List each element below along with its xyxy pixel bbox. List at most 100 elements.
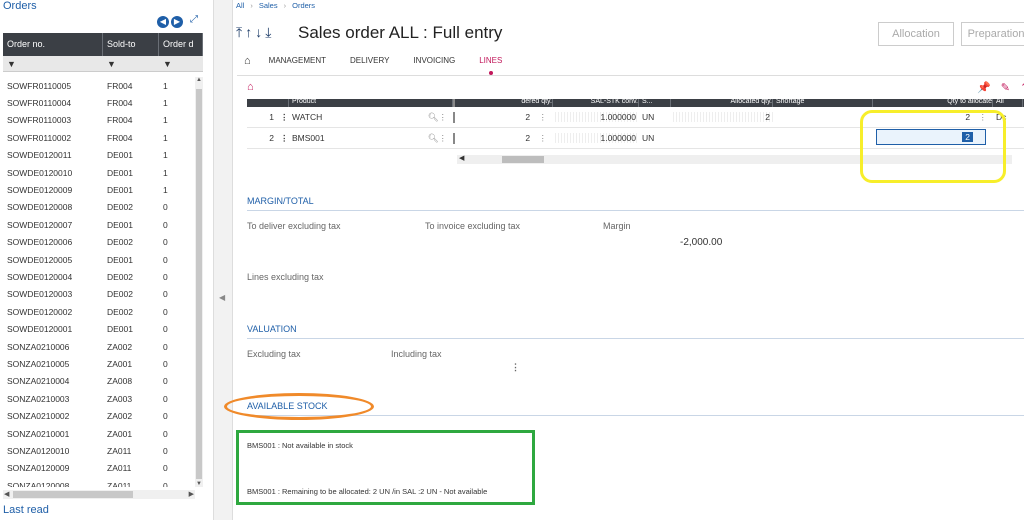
col-su[interactable]: S... xyxy=(639,99,671,107)
list-item[interactable]: SONZA0210004 ZA008 0 xyxy=(3,373,195,390)
panel-splitter[interactable]: ◀ xyxy=(213,0,233,520)
col-shortage[interactable]: Shortage xyxy=(773,99,873,107)
search-icon[interactable]: 🔍︎⋮ xyxy=(425,112,450,123)
margin-value: -2,000.00 xyxy=(680,237,723,248)
list-item[interactable]: SOWDE0120004 DE002 0 xyxy=(3,268,195,285)
orders-list: SOWFR0110005 FR004 1 SOWFR0110004 FR004 1 SOWF… xyxy=(3,77,195,487)
breadcrumb-orders[interactable]: Orders xyxy=(292,1,315,10)
collapse-left-icon[interactable]: ◀ xyxy=(219,293,225,302)
more-icon[interactable]: ⋮ xyxy=(536,133,551,143)
collapse-icon[interactable]: ⌃ xyxy=(1020,81,1024,94)
su-cell[interactable]: UN xyxy=(639,112,671,122)
ordered-qty-cell[interactable]: 2 ⋮ xyxy=(453,111,553,123)
scroll-left-icon[interactable]: ◀ xyxy=(4,490,9,498)
edit-icon[interactable]: ✎ xyxy=(1001,81,1010,94)
row-menu-icon[interactable]: ⋮ xyxy=(277,112,289,123)
col-product[interactable]: Product xyxy=(289,99,453,107)
expand-icon[interactable]: ⤢ xyxy=(190,14,198,25)
su-cell[interactable]: UN xyxy=(639,133,671,143)
pin-icon[interactable]: 📌 xyxy=(977,81,991,94)
list-item[interactable]: SONZA0120008 ZA011 0 xyxy=(3,477,195,487)
col-allocated-qty[interactable]: Allocated qty. xyxy=(671,99,773,107)
list-item[interactable]: SOWDE0120002 DE002 0 xyxy=(3,303,195,320)
scroll-thumb[interactable] xyxy=(196,89,202,479)
filter-icon[interactable]: ▼ xyxy=(3,56,103,72)
sold-to-cell: DE001 xyxy=(107,185,133,196)
home-icon[interactable]: ⌂ xyxy=(247,81,254,93)
last-record-icon[interactable]: ⤓ xyxy=(265,24,274,40)
list-item[interactable]: SOWDE0120001 DE001 0 xyxy=(3,320,195,337)
list-item[interactable]: SONZA0120009 ZA011 0 xyxy=(3,460,195,477)
list-item[interactable]: SOWFR0110003 FR004 1 xyxy=(3,112,195,129)
up-icon[interactable]: ↑ xyxy=(245,24,255,40)
search-icon[interactable]: 🔍︎⋮ xyxy=(425,133,450,144)
preparation-button[interactable]: Preparation xyxy=(961,22,1024,46)
order-date-cell: 0 xyxy=(163,254,168,265)
list-item[interactable]: SONZA0210003 ZA003 0 xyxy=(3,390,195,407)
record-navigation: ⤒↑↓⤓ xyxy=(236,24,274,41)
conv-cell[interactable]: 1.000000 xyxy=(553,133,639,143)
list-item[interactable]: SOWFR0110002 FR004 1 xyxy=(3,129,195,146)
breadcrumb-sales[interactable]: Sales xyxy=(259,1,278,10)
order-date-cell: 1 xyxy=(163,98,168,109)
filter-icon[interactable]: ▼ xyxy=(103,56,159,72)
more-icon[interactable]: ⋮ xyxy=(511,362,520,373)
product-cell[interactable]: WATCH 🔍︎⋮ xyxy=(289,112,453,123)
order-no-cell: SOWDE0120006 xyxy=(7,237,73,248)
list-item[interactable]: SOWDE0120007 DE001 0 xyxy=(3,216,195,233)
tab-delivery[interactable]: DELIVERY xyxy=(350,54,389,70)
more-icon[interactable]: ⋮ xyxy=(536,112,551,122)
col-sold-to[interactable]: Sold-to xyxy=(103,33,159,56)
tab-invoicing[interactable]: INVOICING xyxy=(413,54,455,70)
first-record-icon[interactable]: ⤒ xyxy=(236,24,245,40)
tab-lines[interactable]: LINES xyxy=(479,54,502,75)
list-item[interactable]: SOWDE0120006 DE002 0 xyxy=(3,234,195,251)
home-icon[interactable]: ⌂ xyxy=(244,54,251,70)
order-date-cell: 1 xyxy=(163,80,168,91)
next-icon[interactable]: ▶ xyxy=(171,16,183,28)
order-no-cell: SOWDE0120009 xyxy=(7,185,73,196)
lines-excl-tax-label: Lines excluding tax xyxy=(247,272,324,282)
col-order-date[interactable]: Order d xyxy=(159,33,203,56)
scroll-thumb[interactable] xyxy=(502,156,544,163)
col-order-no[interactable]: Order no. xyxy=(3,33,103,56)
conv-cell[interactable]: 1.000000 xyxy=(553,112,639,122)
list-item[interactable]: SOWDE0120011 DE001 1 xyxy=(3,147,195,164)
allocated-qty-cell[interactable]: 2 xyxy=(671,112,773,122)
list-item[interactable]: SONZA0210006 ZA002 0 xyxy=(3,338,195,355)
scroll-thumb[interactable] xyxy=(13,491,133,498)
list-item[interactable]: SOWDE0120003 DE002 0 xyxy=(3,286,195,303)
sold-to-cell: DE002 xyxy=(107,271,133,282)
col-all[interactable]: All xyxy=(993,99,1023,107)
allocation-button[interactable]: Allocation xyxy=(878,22,954,46)
list-item[interactable]: SOWFR0110004 FR004 1 xyxy=(3,94,195,111)
ordered-qty-cell[interactable]: 2 ⋮ xyxy=(453,132,553,144)
scroll-up-icon[interactable]: ▲ xyxy=(195,77,203,83)
scroll-right-icon[interactable]: ▶ xyxy=(189,490,194,498)
list-item[interactable]: SOWDE0120008 DE002 0 xyxy=(3,199,195,216)
last-read-link[interactable]: Last read xyxy=(3,504,49,516)
scroll-left-icon[interactable]: ◀ xyxy=(459,154,464,162)
tab-management[interactable]: MANAGEMENT xyxy=(269,54,326,70)
down-icon[interactable]: ↓ xyxy=(255,24,265,40)
product-cell[interactable]: BMS001 🔍︎⋮ xyxy=(289,133,453,144)
col-qty-to-allocate[interactable]: Qty to allocate xyxy=(873,99,993,107)
list-item[interactable]: SONZA0210002 ZA002 0 xyxy=(3,407,195,424)
orders-vertical-scrollbar[interactable]: ▲ ▼ xyxy=(195,77,203,487)
breadcrumb-all[interactable]: All xyxy=(236,1,244,10)
orders-horizontal-scrollbar[interactable]: ◀ ▶ xyxy=(3,490,195,499)
row-menu-icon[interactable]: ⋮ xyxy=(277,133,289,144)
list-item[interactable]: SOWDE0120005 DE001 0 xyxy=(3,251,195,268)
list-item[interactable]: SOWFR0110005 FR004 1 xyxy=(3,77,195,94)
list-item[interactable]: SOWDE0120009 DE001 1 xyxy=(3,181,195,198)
list-item[interactable]: SOWDE0120010 DE001 1 xyxy=(3,164,195,181)
list-item[interactable]: SONZA0120010 ZA011 0 xyxy=(3,442,195,459)
tab-bar: ⌂ MANAGEMENT DELIVERY INVOICING LINES xyxy=(244,52,526,75)
filter-icon[interactable]: ▼ xyxy=(159,56,203,72)
scroll-down-icon[interactable]: ▼ xyxy=(195,481,203,487)
col-conv[interactable]: SAL-STK conv. xyxy=(553,99,639,107)
list-item[interactable]: SONZA0210001 ZA001 0 xyxy=(3,425,195,442)
col-ordered-qty[interactable]: dered qty. xyxy=(453,99,553,107)
previous-icon[interactable]: ◀ xyxy=(157,16,169,28)
list-item[interactable]: SONZA0210005 ZA001 0 xyxy=(3,355,195,372)
